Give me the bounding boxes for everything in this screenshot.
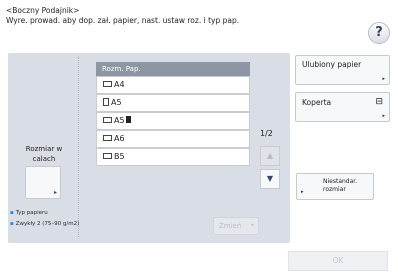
paper-type-value: ▪ Zwykły 2 (75–90 g/m2) bbox=[10, 221, 80, 227]
paper-landscape-icon bbox=[103, 134, 112, 141]
paper-size-row-a6[interactable]: A6 bbox=[96, 130, 250, 148]
envelope-button[interactable]: Koperta ⊟ ▸ bbox=[295, 92, 390, 122]
bullet-icon: ▪ bbox=[10, 210, 14, 216]
paper-landscape-icon bbox=[103, 116, 112, 123]
paper-size-row-a5-rotated[interactable]: A5 bbox=[96, 112, 250, 130]
arrow-right-icon: ▸ bbox=[382, 76, 385, 82]
scroll-down-button[interactable]: ▼ bbox=[260, 169, 280, 189]
arrow-right-icon: ▸ bbox=[382, 113, 385, 119]
paper-settings-panel: Rozmiar w calach ▸ Rozm. Pap. A4 A5 A5 A… bbox=[8, 53, 290, 243]
triangle-up-icon: ▲ bbox=[266, 151, 274, 160]
change-button[interactable]: Zmień ▸ bbox=[213, 217, 259, 235]
arrow-right-icon: ▸ bbox=[53, 189, 57, 196]
header-instruction: Wyre. prowad. aby dop. zał. papier, nast… bbox=[6, 16, 240, 25]
paper-size-row-a4[interactable]: A4 bbox=[96, 76, 250, 94]
header-title: <Boczny Podajnik> bbox=[6, 6, 80, 15]
paper-landscape-icon bbox=[103, 80, 112, 87]
inch-size-button[interactable]: ▸ bbox=[25, 166, 61, 199]
inch-size-label: Rozmiar w calach bbox=[25, 145, 63, 163]
header-text: <Boczny Podajnik> Wyre. prowad. aby dop.… bbox=[6, 6, 239, 26]
paper-portrait-icon bbox=[103, 97, 109, 106]
custom-size-button[interactable]: ▸ Niestandar. rozmiar bbox=[296, 173, 374, 200]
divider bbox=[78, 57, 79, 237]
favorite-paper-button[interactable]: Ulubiony papier ▸ bbox=[295, 55, 390, 85]
paper-size-row-a5[interactable]: A5 bbox=[96, 94, 250, 112]
rotate-marker-icon bbox=[125, 116, 131, 123]
bullet-icon: ▪ bbox=[10, 221, 14, 227]
paper-landscape-icon bbox=[103, 152, 112, 159]
arrow-right-icon: ▸ bbox=[251, 222, 254, 228]
envelope-icon: ⊟ bbox=[375, 97, 383, 107]
scroll-up-button[interactable]: ▲ bbox=[260, 146, 280, 166]
ok-button[interactable]: OK bbox=[288, 251, 388, 271]
paper-type-label: ▪ Typ papieru bbox=[10, 210, 48, 216]
arrow-right-icon: ▸ bbox=[301, 189, 304, 195]
triangle-down-icon: ▼ bbox=[266, 174, 274, 183]
paper-size-header: Rozm. Pap. bbox=[96, 62, 250, 76]
help-icon: ? bbox=[375, 25, 383, 40]
help-button[interactable]: ? bbox=[368, 22, 390, 44]
paper-size-row-b5[interactable]: B5 bbox=[96, 148, 250, 166]
page-indicator: 1/2 bbox=[260, 129, 273, 138]
